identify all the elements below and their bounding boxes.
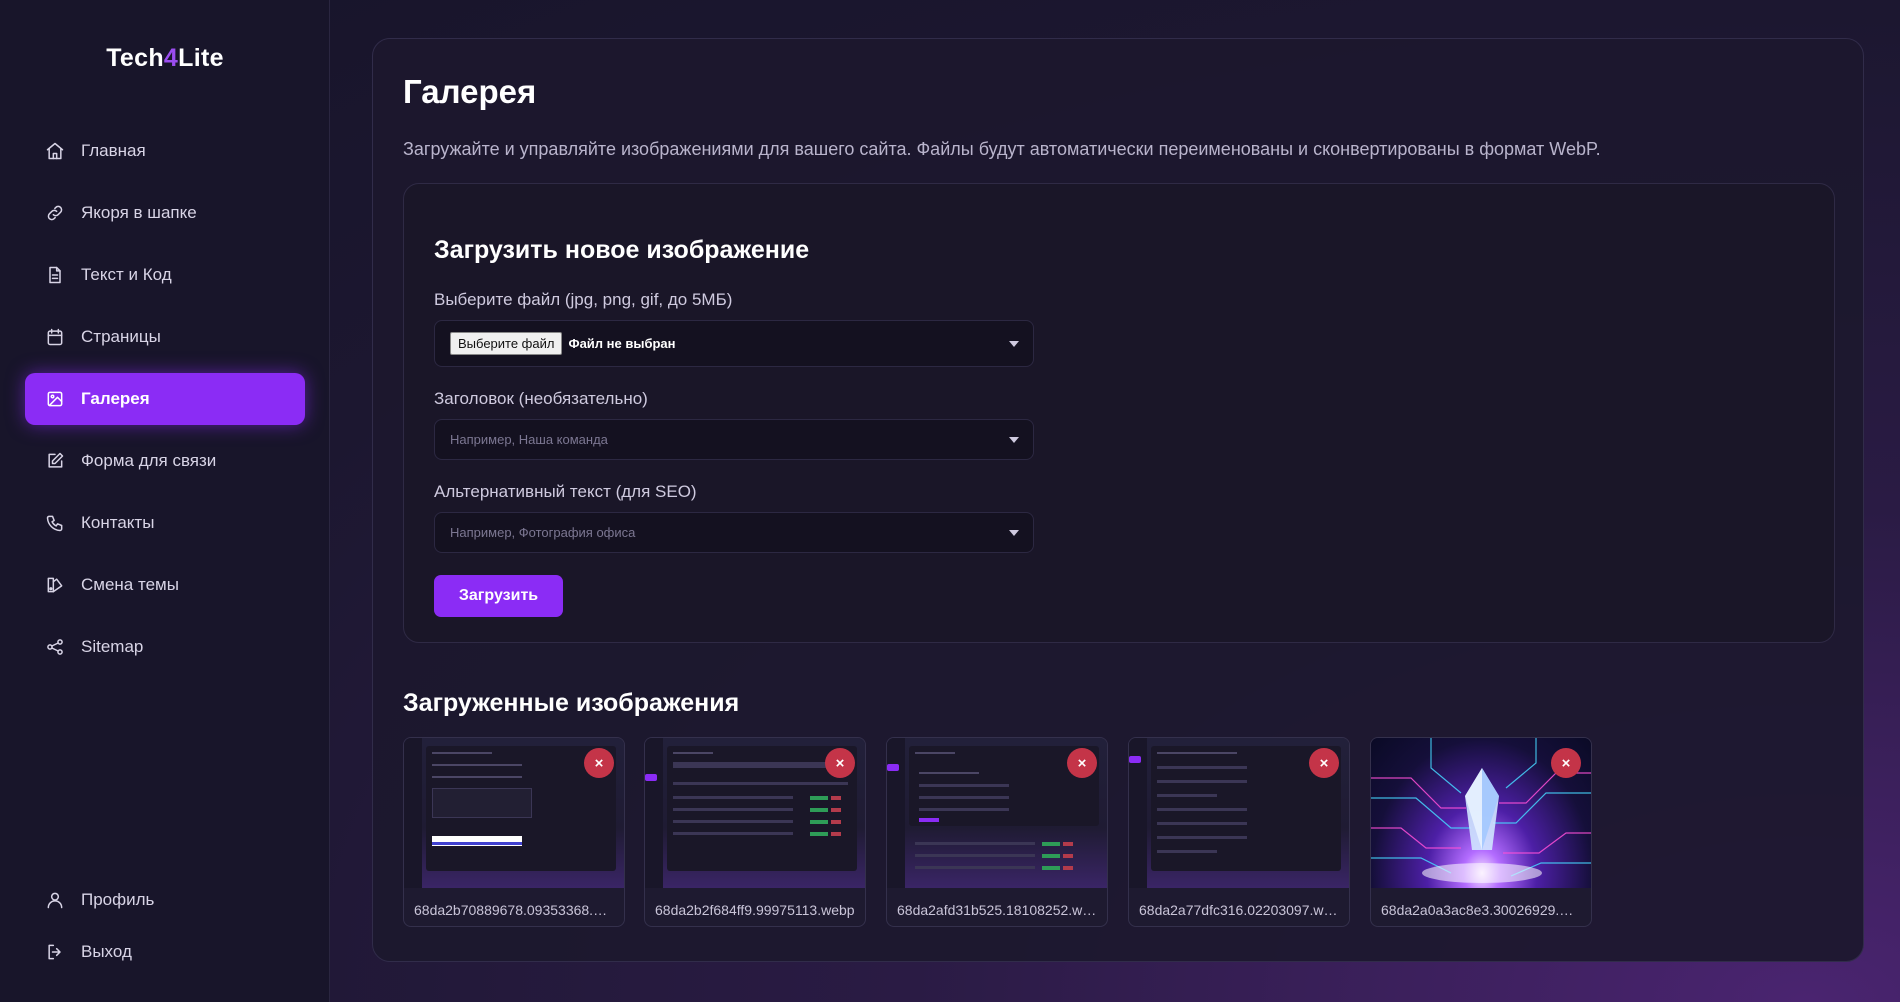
sidebar-item-sitemap[interactable]: Sitemap [25, 621, 305, 673]
sidebar: Tech4Lite Главная Якоря в шапке Текст и … [0, 0, 330, 1002]
link-icon [47, 205, 63, 221]
sidebar-item-label: Форма для связи [81, 451, 217, 470]
sidebar-item-text-code[interactable]: Текст и Код [25, 249, 305, 301]
page-title: Галерея [403, 73, 537, 110]
image-filename: 68da2b70889678.09353368.webp [414, 902, 616, 918]
sidebar-item-label: Страницы [81, 327, 161, 346]
image-filename: 68da2a0a3ac8e3.30026929.webp [1381, 902, 1583, 918]
upload-card: Загрузить новое изображение Выберите фай… [403, 183, 1835, 643]
chevron-down-icon [1009, 529, 1019, 536]
sidebar-item-pages[interactable]: Страницы [25, 311, 305, 363]
uploaded-images-title: Загруженные изображения [403, 689, 740, 717]
sidebar-item-contacts[interactable]: Контакты [25, 497, 305, 549]
calendar-icon [47, 328, 63, 346]
main-card: Галерея Загружайте и управляйте изображе… [372, 38, 1864, 962]
gallery-item[interactable]: × 68da2b70889678.09353368.webp [403, 737, 625, 927]
heading-placeholder: Например, Наша команда [450, 432, 608, 447]
sidebar-item-profile[interactable]: Профиль [25, 874, 305, 926]
delete-image-button[interactable]: × [1067, 748, 1097, 778]
palette-icon [47, 577, 63, 593]
sidebar-item-label: Выход [81, 942, 132, 961]
gallery-item[interactable]: × 68da2b2f684ff9.99975113.webp [644, 737, 866, 927]
sidebar-item-gallery[interactable]: Галерея [25, 373, 305, 425]
sidebar-item-label: Главная [81, 141, 146, 160]
image-filename: 68da2afd31b525.18108252.webp [897, 902, 1099, 918]
home-icon [46, 142, 64, 160]
logo[interactable]: Tech4Lite [0, 44, 330, 73]
gallery-item[interactable]: × 68da2a0a3ac8e3.30026929.webp [1370, 737, 1592, 927]
chevron-down-icon [1009, 436, 1019, 443]
file-status: Файл не выбран [568, 336, 676, 351]
document-icon [49, 266, 61, 284]
alt-label: Альтернативный текст (для SEO) [434, 482, 697, 501]
logout-icon [48, 944, 61, 960]
heading-input[interactable]: Например, Наша команда [434, 419, 1034, 460]
image-filename: 68da2a77dfc316.02203097.webp [1139, 902, 1341, 918]
user-icon [47, 892, 63, 909]
sidebar-item-label: Якоря в шапке [81, 203, 197, 222]
sidebar-nav: Главная Якоря в шапке Текст и Код Страни… [25, 125, 305, 683]
delete-image-button[interactable]: × [1309, 748, 1339, 778]
chevron-down-icon [1009, 340, 1019, 347]
upload-title: Загрузить новое изображение [434, 236, 810, 264]
sidebar-item-theme[interactable]: Смена темы [25, 559, 305, 611]
gallery-item[interactable]: × 68da2a77dfc316.02203097.webp [1128, 737, 1350, 927]
alt-input[interactable]: Например, Фотография офиса [434, 512, 1034, 553]
file-input[interactable]: Выберите файл Файл не выбран [434, 320, 1034, 367]
delete-image-button[interactable]: × [584, 748, 614, 778]
image-icon [47, 391, 63, 407]
upload-button[interactable]: Загрузить [434, 575, 563, 617]
sidebar-item-logout[interactable]: Выход [25, 926, 305, 978]
phone-icon [46, 515, 63, 532]
delete-image-button[interactable]: × [1551, 748, 1581, 778]
sidebar-item-contact-form[interactable]: Форма для связи [25, 435, 305, 487]
sidebar-item-label: Контакты [81, 513, 155, 532]
page-description: Загружайте и управляйте изображениями дл… [403, 139, 1601, 159]
alt-placeholder: Например, Фотография офиса [450, 525, 636, 540]
sidebar-item-label: Смена темы [81, 575, 179, 594]
edit-icon [48, 452, 64, 468]
sidebar-item-label: Sitemap [81, 637, 144, 656]
delete-image-button[interactable]: × [825, 748, 855, 778]
image-filename: 68da2b2f684ff9.99975113.webp [655, 902, 855, 918]
sidebar-item-home[interactable]: Главная [25, 125, 305, 177]
share-icon [47, 639, 63, 655]
choose-file-button[interactable]: Выберите файл [450, 332, 563, 355]
image-gallery: × 68da2b70889678.09353368.webp × 68da2b2… [403, 737, 1703, 927]
gallery-item[interactable]: × 68da2afd31b525.18108252.webp [886, 737, 1108, 927]
file-label: Выберите файл (jpg, png, gif, до 5МБ) [434, 290, 733, 309]
sidebar-item-anchors[interactable]: Якоря в шапке [25, 187, 305, 239]
sidebar-item-label: Галерея [81, 389, 150, 408]
sidebar-item-label: Профиль [81, 890, 155, 909]
sidebar-bottom-nav: Профиль Выход [25, 874, 305, 978]
heading-label: Заголовок (необязательно) [434, 389, 648, 408]
sidebar-item-label: Текст и Код [81, 265, 172, 284]
